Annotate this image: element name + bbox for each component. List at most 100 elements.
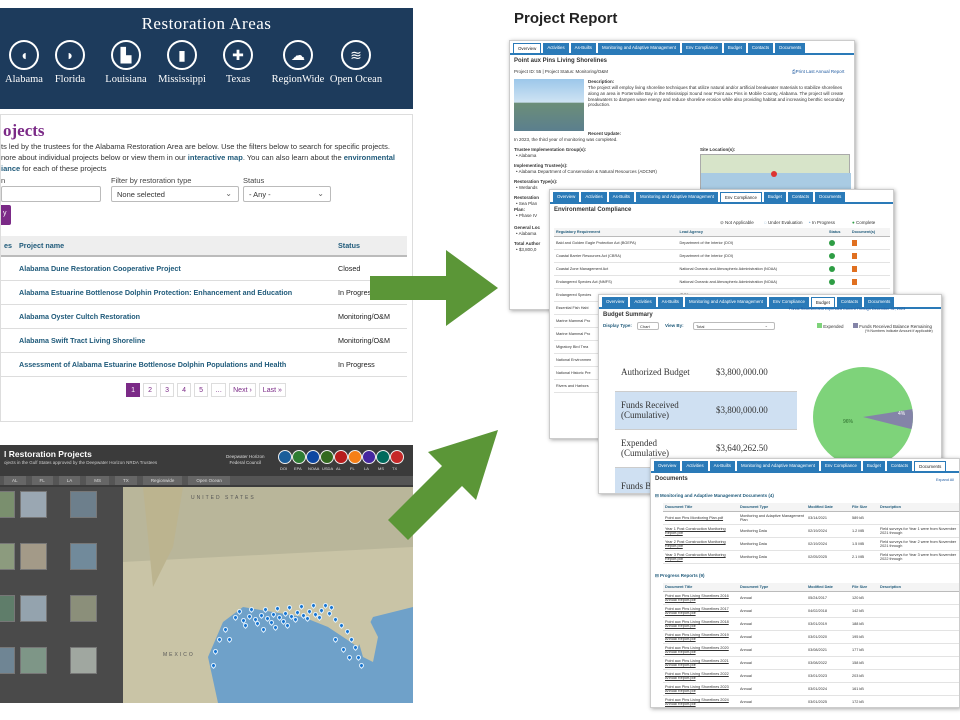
project-thumbnail[interactable]: [20, 491, 47, 518]
project-name-link[interactable]: Assessment of Alabama Estuarine Bottleno…: [16, 352, 335, 377]
project-thumbnail[interactable]: [20, 543, 47, 570]
restoration-type-select[interactable]: None selected ⌄: [111, 186, 239, 202]
project-name-link[interactable]: Alabama Oyster Cultch Restoration: [16, 304, 335, 329]
state-link-louisiana[interactable]: ▙ Louisiana: [96, 40, 156, 85]
project-row[interactable]: Assessment of Alabama Estuarine Bottleno…: [1, 352, 407, 377]
page-link[interactable]: …: [211, 383, 227, 397]
document-link[interactable]: Year 1 Post Construction Monitoring Repo…: [663, 524, 738, 538]
tab-overview[interactable]: Overview: [602, 297, 629, 307]
tab-activities[interactable]: Activities: [543, 43, 569, 53]
tab-overview[interactable]: Overview: [513, 43, 542, 53]
map-tab[interactable]: MS: [86, 476, 110, 485]
document-icon[interactable]: [851, 278, 857, 285]
tab-monitoring-and-adaptive-management[interactable]: Monitoring and Adaptive Management: [597, 43, 680, 53]
document-link[interactable]: Year 2 Post Construction Monitoring Repo…: [663, 537, 738, 551]
project-thumbnail[interactable]: [0, 543, 15, 570]
tab-budget[interactable]: Budget: [763, 192, 786, 202]
project-name-link[interactable]: Alabama Estuarine Bottlenose Dolphin Pro…: [16, 280, 335, 305]
tab-env-compliance[interactable]: Env Compliance: [768, 297, 809, 307]
tab-budget[interactable]: Budget: [862, 461, 885, 471]
tab-documents[interactable]: Documents: [914, 461, 947, 471]
tab-documents[interactable]: Documents: [815, 192, 846, 202]
document-icon[interactable]: [851, 265, 857, 272]
state-link-texas[interactable]: ✚ Texas: [208, 40, 268, 85]
tab-monitoring-and-adaptive-management[interactable]: Monitoring and Adaptive Management: [635, 192, 718, 202]
project-row[interactable]: Alabama Dune Restoration Cooperative Pro…: [1, 256, 407, 281]
map-tab[interactable]: FL: [31, 476, 53, 485]
tab-as-builts[interactable]: As-Builts: [657, 297, 683, 307]
project-thumbnail[interactable]: [70, 543, 97, 570]
progress-report-link[interactable]: Point aux Pins Living Shorelines 2021 An…: [663, 656, 738, 670]
tab-activities[interactable]: Activities: [630, 297, 656, 307]
tab-contacts[interactable]: Contacts: [886, 461, 913, 471]
page-link[interactable]: 1: [126, 383, 141, 397]
map-tab[interactable]: Regionwide: [142, 476, 183, 485]
page-link[interactable]: 5: [194, 383, 209, 397]
progress-report-link[interactable]: Point aux Pins Living Shorelines 2023 An…: [663, 682, 738, 696]
project-thumbnail[interactable]: [0, 491, 15, 518]
tab-activities[interactable]: Activities: [581, 192, 607, 202]
progress-report-link[interactable]: Point aux Pins Living Shorelines 2020 An…: [663, 643, 738, 657]
tab-activities[interactable]: Activities: [682, 461, 708, 471]
project-thumbnail[interactable]: [20, 647, 47, 674]
page-link[interactable]: 2: [143, 383, 158, 397]
page-link[interactable]: Last »: [258, 383, 286, 397]
view-by-select[interactable]: Total ⌄: [693, 322, 775, 330]
project-thumbnail[interactable]: [20, 595, 47, 622]
tab-overview[interactable]: Overview: [553, 192, 580, 202]
state-link-open-ocean[interactable]: ≋ Open Ocean: [326, 40, 386, 85]
col-project-name-header[interactable]: Project name: [16, 236, 335, 257]
page-link[interactable]: 4: [177, 383, 192, 397]
tab-env-compliance[interactable]: Env Compliance: [719, 192, 762, 202]
document-link[interactable]: Year 3 Post Construction Monitoring Repo…: [663, 550, 738, 564]
map-tab[interactable]: AL: [4, 476, 26, 485]
map-tab[interactable]: Open Ocean: [188, 476, 230, 485]
tab-budget[interactable]: Budget: [723, 43, 746, 53]
progress-report-link[interactable]: Point aux Pins Living Shorelines 2018 An…: [663, 617, 738, 631]
project-row[interactable]: Alabama Estuarine Bottlenose Dolphin Pro…: [1, 280, 407, 305]
map-canvas[interactable]: UNITED STATES MEXICO: [123, 487, 413, 703]
project-thumbnail[interactable]: [70, 491, 97, 518]
project-thumbnail[interactable]: [70, 647, 97, 674]
project-thumbnail[interactable]: [70, 595, 97, 622]
progress-report-link[interactable]: Point aux Pins Living Shorelines 2016 An…: [663, 591, 738, 605]
state-link-florida[interactable]: ◗ Florida: [40, 40, 100, 85]
tab-as-builts[interactable]: As-Builts: [570, 43, 596, 53]
project-name-link[interactable]: Alabama Swift Tract Living Shoreline: [16, 328, 335, 353]
compliance-link[interactable]: iance: [1, 164, 20, 173]
map-tab[interactable]: LA: [58, 476, 81, 485]
interactive-map-link[interactable]: interactive map: [188, 153, 243, 162]
document-icon[interactable]: [851, 252, 857, 259]
progress-report-link[interactable]: Point aux Pins Living Shorelines 2024 An…: [663, 695, 738, 707]
progress-report-link[interactable]: Point aux Pins Living Shorelines 2017 An…: [663, 604, 738, 618]
filter-left-input[interactable]: [1, 186, 101, 202]
state-link-mississippi[interactable]: ▮ Mississippi: [152, 40, 212, 85]
page-link[interactable]: Next ›: [229, 383, 256, 397]
project-name-link[interactable]: Alabama Dune Restoration Cooperative Pro…: [16, 256, 335, 281]
state-link-regionwide[interactable]: ☁ RegionWide: [268, 40, 328, 85]
tab-contacts[interactable]: Contacts: [747, 43, 774, 53]
tab-documents[interactable]: Documents: [775, 43, 806, 53]
tab-overview[interactable]: Overview: [654, 461, 681, 471]
tab-as-builts[interactable]: As-Builts: [709, 461, 735, 471]
tab-monitoring-and-adaptive-management[interactable]: Monitoring and Adaptive Management: [684, 297, 767, 307]
tab-contacts[interactable]: Contacts: [787, 192, 814, 202]
monitoring-docs-section[interactable]: ⊟ Monitoring and Adaptive Management Doc…: [655, 493, 774, 499]
site-location-map[interactable]: [700, 154, 851, 193]
tab-env-compliance[interactable]: Env Compliance: [681, 43, 722, 53]
tab-as-builts[interactable]: As-Builts: [608, 192, 634, 202]
document-link[interactable]: Point aux Pins Monitoring Plan.pdf: [663, 511, 738, 525]
print-report-link[interactable]: ⎙Print Last Annual Report: [792, 69, 844, 75]
project-row[interactable]: Alabama Oyster Cultch Restoration Monitor…: [1, 304, 407, 329]
tab-contacts[interactable]: Contacts: [836, 297, 863, 307]
tab-budget[interactable]: Budget: [810, 297, 835, 307]
tab-env-compliance[interactable]: Env Compliance: [820, 461, 861, 471]
tab-documents[interactable]: Documents: [864, 297, 895, 307]
apply-button[interactable]: y: [1, 205, 11, 225]
document-icon[interactable]: [851, 239, 857, 246]
project-thumbnail[interactable]: [0, 647, 15, 674]
environmental-link[interactable]: environmental: [344, 153, 395, 162]
project-row[interactable]: Alabama Swift Tract Living Shoreline Moni…: [1, 328, 407, 353]
project-thumbnail[interactable]: [0, 595, 15, 622]
map-tab[interactable]: TX: [115, 476, 137, 485]
